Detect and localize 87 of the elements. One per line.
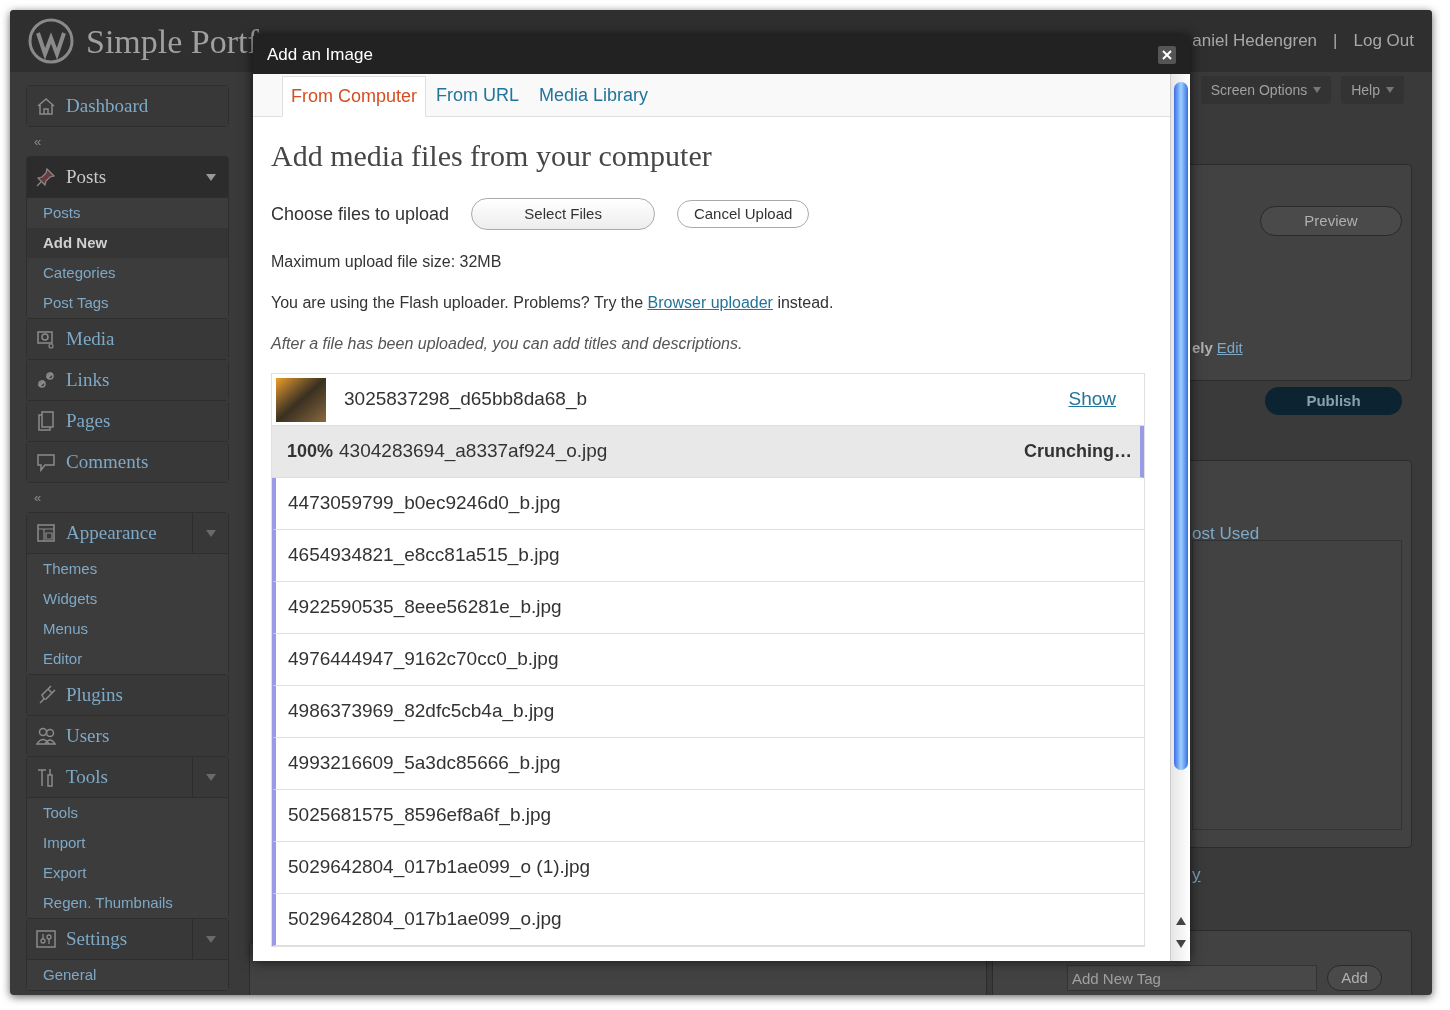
upload-label: Choose files to upload: [271, 202, 450, 226]
submenu-item[interactable]: Categories: [27, 258, 228, 288]
upload-percent: 100%: [287, 440, 334, 463]
submenu-item[interactable]: Themes: [27, 554, 228, 584]
submenu-item[interactable]: Export: [27, 858, 228, 888]
sliders-icon: [35, 928, 57, 950]
submenu-item[interactable]: Tools: [27, 798, 228, 828]
file-name: 4986373969_82dfc5cb4a_b.jpg: [288, 699, 555, 724]
dialog-title: Add an Image: [267, 44, 373, 67]
submenu-item[interactable]: Editor: [27, 644, 228, 674]
thumbnail-placeholder: [276, 377, 326, 422]
submenu-item[interactable]: General: [27, 960, 228, 990]
dropdown-arrow-icon[interactable]: [204, 772, 217, 782]
dropdown-arrow-icon[interactable]: [204, 934, 217, 944]
menu-item[interactable]: Tools: [27, 757, 228, 797]
dropdown-arrow-icon[interactable]: [204, 172, 217, 182]
chain-link-icon: [35, 369, 57, 391]
edit-link[interactable]: Edit: [1216, 337, 1243, 360]
pushpin-icon: [35, 166, 57, 188]
menu-item[interactable]: Links: [27, 360, 228, 400]
file-name: 4473059799_b0ec9246d0_b.jpg: [288, 491, 561, 516]
preview-button[interactable]: Preview: [1260, 206, 1402, 236]
dropdown-arrow-icon[interactable]: [204, 528, 217, 538]
file-name: 4922590535_8eee56281e_b.jpg: [288, 595, 562, 620]
category-link[interactable]: y: [1192, 862, 1201, 888]
dialog-tab[interactable]: From URL: [426, 75, 530, 116]
uploader-notice: You are using the Flash uploader. Problems? Try the Browser uploader instead.: [271, 293, 835, 313]
max-size-text: Maximum upload file size: 32MB: [271, 252, 503, 272]
file-name: 4654934821_e8cc81a515_b.jpg: [288, 543, 560, 568]
menu-item[interactable]: Settings: [27, 919, 228, 959]
submenu-item[interactable]: Post Tags: [27, 288, 228, 318]
file-name: 4993216609_5a3dc85666_b.jpg: [288, 751, 561, 776]
file-name: 4304283694_a8337af924_o.jpg: [339, 439, 609, 464]
file-name: 5029642804_017b1ae099_o.jpg: [288, 907, 562, 932]
menu-item[interactable]: Posts: [27, 157, 228, 197]
user-name[interactable]: aniel Hedengren: [1192, 28, 1318, 54]
submenu-item[interactable]: Posts: [27, 198, 228, 228]
scrollbar[interactable]: [1170, 74, 1190, 961]
screen-meta-tab[interactable]: Screen Options: [1200, 76, 1332, 104]
schedule-text: ely: [1192, 338, 1213, 358]
layout-icon: [35, 522, 57, 544]
publish-button[interactable]: Publish: [1265, 387, 1402, 415]
screen-meta-tab[interactable]: Help: [1341, 76, 1404, 104]
dialog-heading: Add media files from your computer: [271, 138, 713, 174]
menu-item[interactable]: Users: [27, 716, 228, 756]
file-name: 5029642804_017b1ae099_o (1).jpg: [288, 855, 591, 880]
menu-item[interactable]: Appearance: [27, 513, 228, 553]
add-button[interactable]: Add: [1327, 965, 1382, 991]
close-icon[interactable]: [1158, 46, 1176, 64]
menu-item[interactable]: Media: [27, 319, 228, 359]
menu-item[interactable]: Dashboard: [27, 86, 228, 126]
scroll-up-icon[interactable]: [1175, 916, 1187, 926]
file-name: 5025681575_8596ef8a6f_b.jpg: [288, 803, 552, 828]
separator-text: |: [1333, 30, 1338, 53]
file-name: 3025837298_d65bb8da68_b: [344, 387, 589, 412]
scrollbar-thumb[interactable]: [1174, 82, 1188, 770]
menu-item[interactable]: Comments: [27, 442, 228, 482]
show-link[interactable]: Show: [1068, 385, 1116, 414]
upload-hint: After a file has been uploaded, you can add titles and descriptions.: [271, 334, 744, 354]
submenu-item[interactable]: Regen. Thumbnails: [27, 888, 228, 918]
collapse-arrow[interactable]: «: [34, 132, 42, 152]
browser-uploader-link[interactable]: Browser uploader: [647, 294, 773, 311]
category-tab[interactable]: ost Used: [1192, 521, 1260, 547]
submenu-item[interactable]: Import: [27, 828, 228, 858]
camera-icon: [35, 328, 57, 350]
users-icon: [35, 725, 57, 747]
submenu-item[interactable]: Add New: [27, 228, 228, 258]
submenu-item[interactable]: Menus: [27, 614, 228, 644]
speech-bubble-icon: [35, 451, 57, 473]
house-icon: [35, 95, 57, 117]
submenu-item[interactable]: Widgets: [27, 584, 228, 614]
dialog-tab[interactable]: Media Library: [529, 75, 659, 116]
cancel-upload-button[interactable]: Cancel Upload: [677, 200, 810, 228]
select-files-button[interactable]: Select Files: [471, 198, 656, 230]
logo-icon: [28, 18, 74, 64]
file-name: 4976444947_9162c70cc0_b.jpg: [288, 647, 559, 672]
scroll-down-icon[interactable]: [1175, 939, 1187, 949]
collapse-arrow[interactable]: «: [34, 488, 42, 508]
caret-icon: [1386, 87, 1394, 93]
caret-icon: [1313, 87, 1322, 93]
logout-link[interactable]: Log Out: [1353, 28, 1414, 54]
pages-icon: [35, 410, 57, 432]
menu-item[interactable]: Pages: [27, 401, 228, 441]
upload-status: Crunching…: [1024, 440, 1132, 463]
dialog-tab[interactable]: From Computer: [282, 76, 427, 117]
tag-field[interactable]: Add New Tag: [1067, 965, 1317, 991]
menu-item[interactable]: Plugins: [27, 675, 228, 715]
